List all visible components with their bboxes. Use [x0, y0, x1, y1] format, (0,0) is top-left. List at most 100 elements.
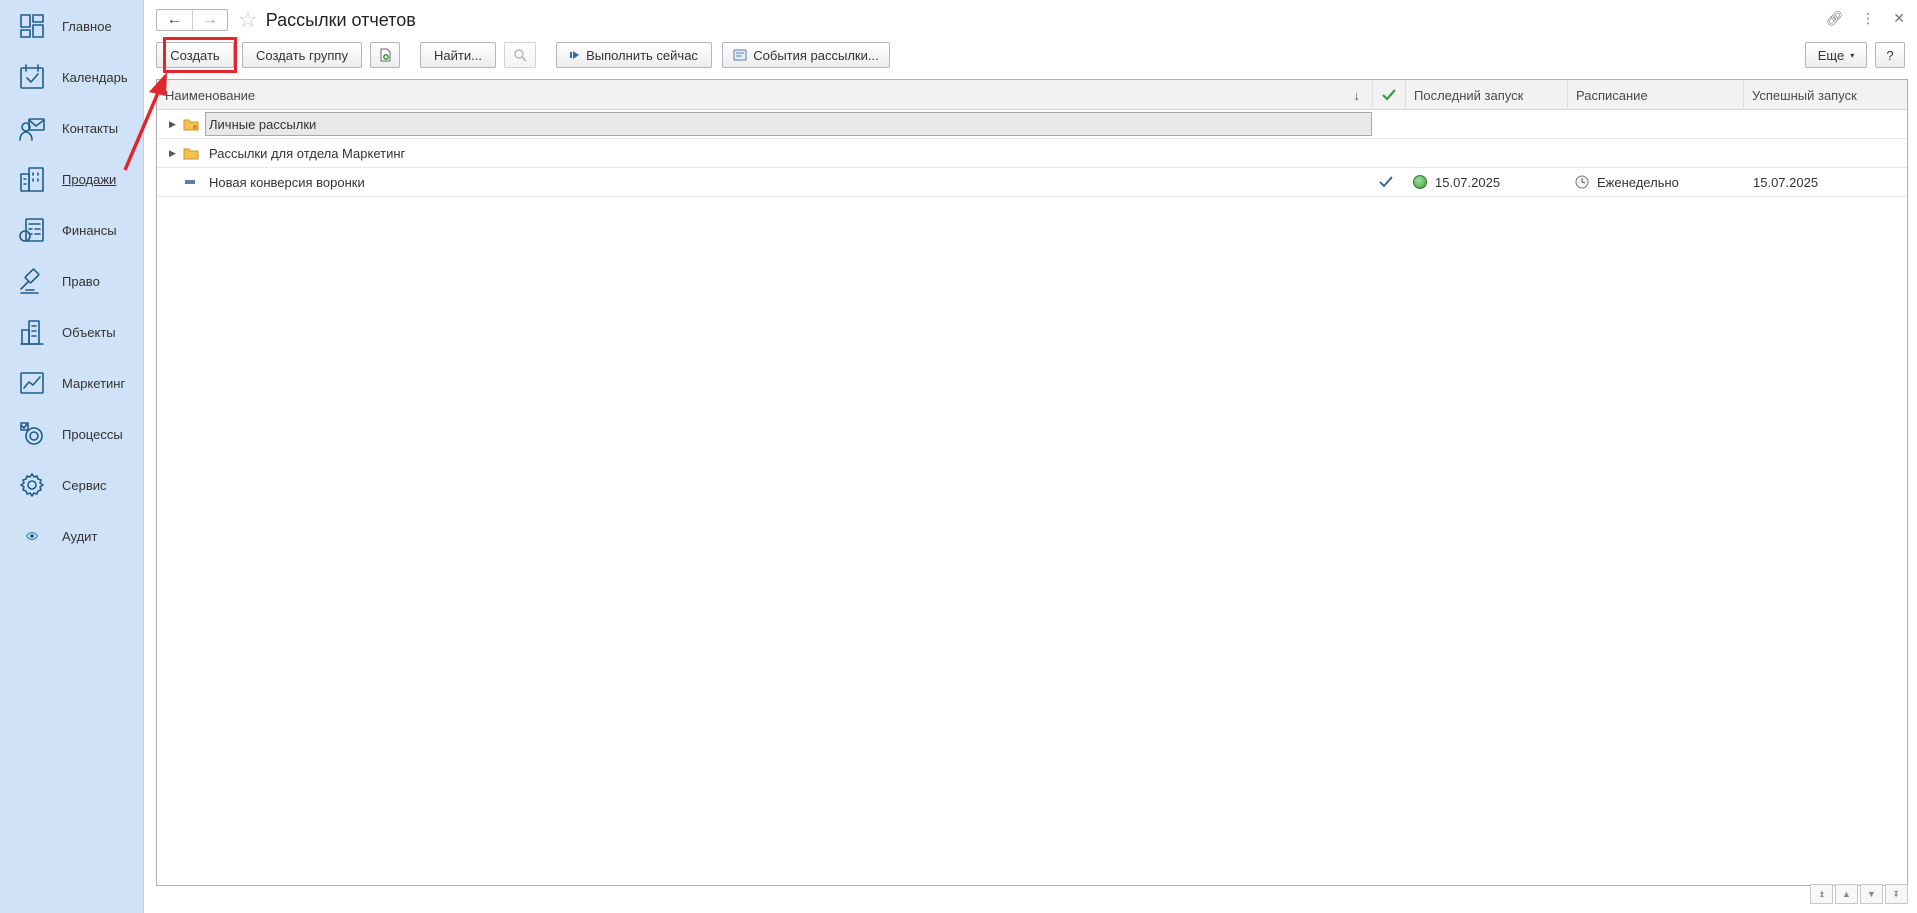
table-header: Наименование ↓ Последний запуск Расписан… — [157, 80, 1907, 110]
gear-icon — [17, 470, 47, 500]
link-icon[interactable]: 🔗︎ — [1825, 10, 1843, 27]
column-header-active[interactable] — [1372, 80, 1405, 110]
column-header-name[interactable]: Наименование ↓ — [157, 80, 1372, 110]
events-button[interactable]: События рассылки... — [722, 42, 890, 68]
chevron-double-up-icon: ⏫︎ — [1819, 888, 1824, 899]
sidebar-item-label: Финансы — [62, 222, 117, 238]
sidebar-item-law[interactable]: Право — [0, 261, 144, 301]
calendar-icon — [17, 62, 47, 92]
find-button[interactable]: Найти... — [420, 42, 496, 68]
folder-icon — [183, 110, 199, 138]
processes-icon — [17, 419, 47, 449]
row-name-cell[interactable]: Новая конверсия воронки — [209, 168, 365, 196]
sidebar-item-sales[interactable]: Продажи — [0, 159, 144, 199]
column-header-label: Наименование — [165, 87, 256, 103]
table-row[interactable]: ▶ Рассылки для отдела Маркетинг — [157, 139, 1907, 168]
arrow-left-icon: ← — [166, 11, 183, 28]
sidebar-item-label: Объекты — [62, 324, 116, 340]
sidebar-item-label: Аудит — [62, 528, 98, 544]
page-title: Рассылки отчетов — [265, 9, 416, 30]
more-button[interactable]: Еще ▾ — [1805, 42, 1867, 68]
column-header-label: Успешный запуск — [1752, 87, 1857, 103]
sidebar-item-label: Процессы — [62, 426, 123, 442]
sidebar-item-marketing[interactable]: Маркетинг — [0, 363, 144, 403]
chevron-down-icon: ▾ — [1850, 50, 1855, 60]
create-button[interactable]: Создать — [156, 42, 234, 68]
scroll-up-button[interactable]: ▲ — [1835, 884, 1858, 904]
search-cancel-icon — [514, 49, 527, 62]
finance-icon — [17, 215, 47, 245]
sidebar-item-label: Право — [62, 273, 100, 289]
create-group-button[interactable]: Создать группу — [242, 42, 362, 68]
column-header-label: Последний запуск — [1414, 87, 1524, 103]
sidebar-item-label: Главное — [62, 18, 112, 34]
row-name: Личные рассылки — [205, 112, 1372, 136]
column-header-success-run[interactable]: Успешный запуск — [1743, 80, 1909, 110]
last-run-date: 15.07.2025 — [1435, 174, 1501, 190]
help-button[interactable]: ? — [1875, 42, 1905, 68]
sort-arrow-icon: ↓ — [1353, 87, 1361, 103]
clear-search-button[interactable] — [504, 42, 536, 68]
row-name-cell[interactable]: Личные рассылки — [205, 110, 1372, 138]
chevron-double-down-icon: ⏬︎ — [1894, 888, 1899, 899]
sidebar-item-objects[interactable]: Объекты — [0, 312, 144, 352]
schedule-cell: Еженедельно — [1575, 168, 1679, 196]
add-from-file-button[interactable] — [370, 42, 400, 68]
clock-icon — [1575, 175, 1589, 189]
window-controls: 🔗︎ ⋮ ✕ — [1825, 10, 1905, 27]
chevron-up-icon: ▲ — [1842, 889, 1851, 899]
sidebar: Главное Календарь Контакты Продажи Финан… — [0, 0, 144, 913]
triangle-right-icon: ▶ — [169, 118, 176, 129]
law-icon — [17, 266, 47, 296]
table-row[interactable]: Новая конверсия воронки 15.07.2025 Ежене… — [157, 168, 1907, 197]
item-icon — [185, 168, 195, 196]
more-button-label: Еще — [1817, 47, 1845, 63]
mailing-list-table: Наименование ↓ Последний запуск Расписан… — [156, 79, 1908, 886]
scroll-top-button[interactable]: ⏫︎ — [1810, 884, 1833, 904]
create-button-label: Создать — [170, 47, 220, 63]
more-vertical-icon[interactable]: ⋮ — [1861, 10, 1875, 27]
scroll-down-button[interactable]: ▼ — [1860, 884, 1883, 904]
back-button[interactable]: ← — [157, 10, 192, 30]
triangle-right-icon: ▶ — [169, 147, 176, 158]
sidebar-item-main[interactable]: Главное — [0, 6, 144, 46]
expand-toggle[interactable]: ▶ — [169, 110, 179, 138]
favorite-star-icon[interactable]: ☆ — [238, 9, 258, 31]
find-button-label: Найти... — [434, 47, 482, 63]
run-icon — [570, 51, 580, 59]
sidebar-item-processes[interactable]: Процессы — [0, 414, 144, 454]
sidebar-item-label: Сервис — [62, 477, 107, 493]
arrow-right-icon: → — [202, 11, 218, 28]
column-header-schedule[interactable]: Расписание — [1567, 80, 1743, 110]
expand-toggle[interactable]: ▶ — [169, 139, 179, 167]
sidebar-item-label: Маркетинг — [62, 375, 126, 391]
folder-icon — [183, 139, 199, 167]
table-row[interactable]: ▶ Личные рассылки — [157, 110, 1907, 139]
help-button-label: ? — [1886, 47, 1894, 63]
run-now-button[interactable]: Выполнить сейчас — [556, 42, 712, 68]
forward-button[interactable]: → — [192, 10, 227, 30]
sidebar-item-contacts[interactable]: Контакты — [0, 108, 144, 148]
run-now-button-label: Выполнить сейчас — [586, 47, 698, 63]
row-name: Новая конверсия воронки — [209, 174, 365, 190]
sidebar-item-service[interactable]: Сервис — [0, 465, 144, 505]
contacts-icon — [17, 113, 47, 143]
sidebar-item-audit[interactable]: Аудит — [0, 516, 144, 556]
sidebar-item-calendar[interactable]: Календарь — [0, 57, 144, 97]
sales-icon — [17, 164, 47, 194]
toolbar: Создать Создать группу Найти... Выполнит… — [156, 42, 1905, 68]
success-run-cell: 15.07.2025 — [1753, 168, 1818, 196]
column-header-label: Расписание — [1576, 87, 1648, 103]
row-name-cell[interactable]: Рассылки для отдела Маркетинг — [209, 139, 405, 167]
create-group-button-label: Создать группу — [256, 47, 348, 63]
sidebar-item-label: Контакты — [62, 120, 119, 136]
scroll-bottom-button[interactable]: ⏬︎ — [1885, 884, 1908, 904]
chevron-down-icon: ▼ — [1867, 889, 1876, 899]
active-check-icon — [1379, 168, 1393, 196]
scroll-controls: ⏫︎ ▲ ▼ ⏬︎ — [1810, 884, 1908, 904]
column-header-last-run[interactable]: Последний запуск — [1405, 80, 1567, 110]
close-icon[interactable]: ✕ — [1893, 10, 1905, 27]
sidebar-item-finance[interactable]: Финансы — [0, 210, 144, 250]
events-button-label: События рассылки... — [753, 47, 879, 63]
eye-icon — [17, 521, 47, 551]
